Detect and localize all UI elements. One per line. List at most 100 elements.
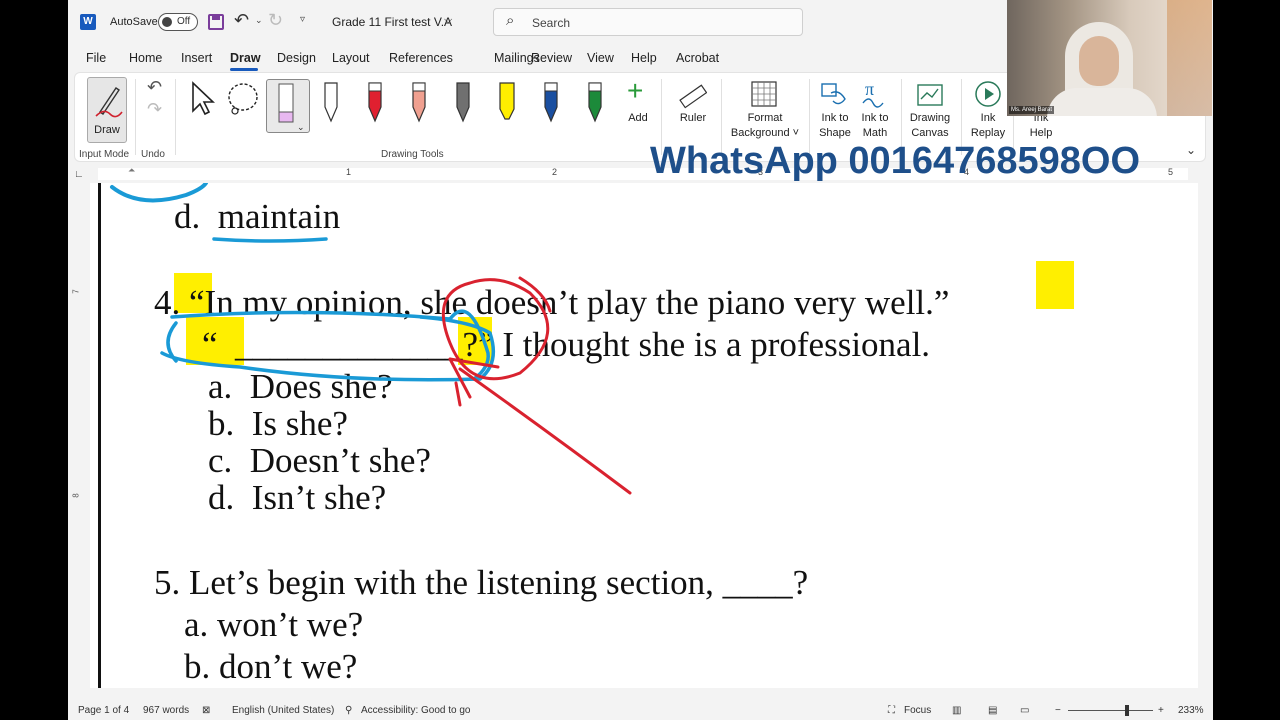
word-count[interactable]: 967 words <box>143 705 189 716</box>
tab-references[interactable]: References <box>389 51 453 65</box>
ruler-icon[interactable] <box>677 81 707 111</box>
tab-stop-icon[interactable]: ∟ <box>74 169 84 180</box>
undo-dropdown-icon[interactable]: ⌄ <box>255 15 263 26</box>
vertical-ruler[interactable]: 7 8 <box>68 183 90 688</box>
input-mode-label: Input Mode <box>79 149 130 160</box>
autosave-toggle[interactable]: Off <box>158 13 198 31</box>
divider <box>175 79 176 155</box>
draw-label: Draw <box>94 124 120 136</box>
accessibility-icon[interactable]: ⚲ <box>345 705 352 716</box>
drawing-canvas-icon[interactable] <box>915 79 945 109</box>
indent-marker-icon[interactable]: ⏶ <box>128 165 135 176</box>
pen-green-icon[interactable] <box>585 81 605 123</box>
page-count[interactable]: Page 1 of 4 <box>78 705 129 716</box>
tab-help[interactable]: Help <box>631 51 657 65</box>
zoom-slider-thumb[interactable] <box>1125 705 1129 716</box>
undo-label: Undo <box>141 149 165 160</box>
ink-stroke-blue <box>212 237 328 243</box>
tab-design[interactable]: Design <box>277 51 316 65</box>
status-bar: Page 1 of 4 967 words ⊠ English (United … <box>68 700 1213 720</box>
presenter-name-tag: Ms. Areej Barat <box>1009 106 1055 114</box>
drawing-canvas-line2: Canvas <box>911 127 949 139</box>
tab-layout[interactable]: Layout <box>332 51 370 65</box>
zoom-slider[interactable] <box>1068 710 1153 711</box>
focus-label[interactable]: Focus <box>904 705 931 716</box>
add-label[interactable]: Add <box>623 111 653 126</box>
pen-pink-icon[interactable] <box>409 81 429 123</box>
undo-icon[interactable]: ↶ <box>234 10 249 31</box>
zoom-in-icon[interactable]: + <box>1158 705 1164 716</box>
ink-to-math-icon[interactable]: π <box>859 79 889 109</box>
redo-icon[interactable]: ↻ <box>268 10 283 31</box>
q4-option-a: a. Does she? <box>208 367 393 406</box>
format-background-icon[interactable] <box>749 79 779 109</box>
tab-insert[interactable]: Insert <box>181 51 212 65</box>
lasso-select-icon[interactable] <box>225 81 261 117</box>
ink-to-shape-icon[interactable] <box>819 79 849 109</box>
search-input[interactable]: ⌕ Search <box>493 8 803 36</box>
ink-replay-line2: Replay <box>970 127 1006 139</box>
tab-review[interactable]: Review <box>531 51 572 65</box>
whatsapp-watermark: WhatsApp 00164768598OO <box>650 140 1141 182</box>
save-icon[interactable] <box>208 14 224 30</box>
ink-stroke-blue <box>166 321 178 363</box>
customize-qat-icon[interactable]: ▿ <box>300 14 305 25</box>
ruler-number: 1 <box>346 167 352 177</box>
chevron-down-icon[interactable]: ⌵ <box>444 14 452 27</box>
ruler-number: 7 <box>71 289 81 294</box>
drawing-canvas-label[interactable]: Drawing Canvas <box>905 111 955 141</box>
drawing-tools-label: Drawing Tools <box>381 149 444 160</box>
question-4-line1: 4. “In my opinion, she doesn’t play the … <box>154 283 950 322</box>
add-pen-icon[interactable]: + <box>627 75 643 107</box>
zoom-level[interactable]: 233% <box>1178 705 1204 716</box>
pen-red-icon <box>95 87 123 118</box>
language[interactable]: English (United States) <box>232 705 334 716</box>
focus-icon[interactable]: ⛶ <box>888 705 895 716</box>
undo-icon[interactable]: ↶ <box>147 77 162 98</box>
svg-text:⌄: ⌄ <box>297 122 305 132</box>
pen-white-icon[interactable] <box>321 81 341 123</box>
redo-icon[interactable]: ↷ <box>147 99 162 120</box>
ink-to-math-line2: Math <box>862 127 888 139</box>
ink-to-shape-label[interactable]: Ink to Shape <box>815 111 855 141</box>
eraser-button[interactable]: ⌄ <box>266 79 310 133</box>
read-mode-icon[interactable]: ▥ <box>952 705 961 716</box>
ink-to-math-line1: Ink to <box>861 112 889 124</box>
pen-red-icon[interactable] <box>365 81 385 123</box>
ribbon-expand-chevron-icon[interactable]: ⌄ <box>1186 143 1196 157</box>
format-background-label[interactable]: Format Background ˅ <box>725 111 805 141</box>
active-tab-indicator <box>230 68 258 71</box>
document-title[interactable]: Grade 11 First test V.A <box>332 15 452 29</box>
tab-home[interactable]: Home <box>129 51 162 65</box>
proofing-icon[interactable]: ⊠ <box>202 705 210 716</box>
webcam-video: Ms. Areej Barat <box>1007 0 1212 116</box>
q4-option-b: b. Is she? <box>208 404 348 443</box>
highlighter-yellow-icon[interactable] <box>497 81 517 123</box>
ink-stroke-red <box>458 367 632 495</box>
zoom-out-icon[interactable]: − <box>1055 705 1061 716</box>
svg-text:π: π <box>865 79 874 99</box>
ink-to-math-label[interactable]: Ink to Math <box>855 111 895 141</box>
ink-replay-icon[interactable] <box>973 79 1003 109</box>
eraser-icon: ⌄ <box>278 83 305 132</box>
drawing-canvas-line1: Drawing <box>909 112 951 124</box>
accessibility-status[interactable]: Accessibility: Good to go <box>361 705 471 716</box>
tab-view[interactable]: View <box>587 51 614 65</box>
select-cursor-icon[interactable] <box>187 81 215 117</box>
highlight-mark <box>1036 261 1074 309</box>
search-icon: ⌕ <box>506 12 515 29</box>
document-page[interactable]: d. maintain 4. “In my opinion, she doesn… <box>90 183 1198 688</box>
tab-file[interactable]: File <box>86 51 106 65</box>
ink-replay-label[interactable]: Ink Replay <box>968 111 1008 141</box>
format-background-line1: Format <box>747 112 783 124</box>
tab-acrobat[interactable]: Acrobat <box>676 51 719 65</box>
ruler-label[interactable]: Ruler <box>673 111 713 126</box>
print-layout-icon[interactable]: ▤ <box>988 705 997 716</box>
question-4-line2: “ _____________?” I thought she is a pro… <box>202 325 931 364</box>
ruler-number: 5 <box>1168 167 1174 177</box>
web-layout-icon[interactable]: ▭ <box>1020 705 1029 716</box>
pen-blue-icon[interactable] <box>541 81 561 123</box>
pencil-gray-icon[interactable] <box>453 81 473 123</box>
draw-button[interactable]: Draw <box>87 77 127 143</box>
tab-draw[interactable]: Draw <box>230 51 261 65</box>
